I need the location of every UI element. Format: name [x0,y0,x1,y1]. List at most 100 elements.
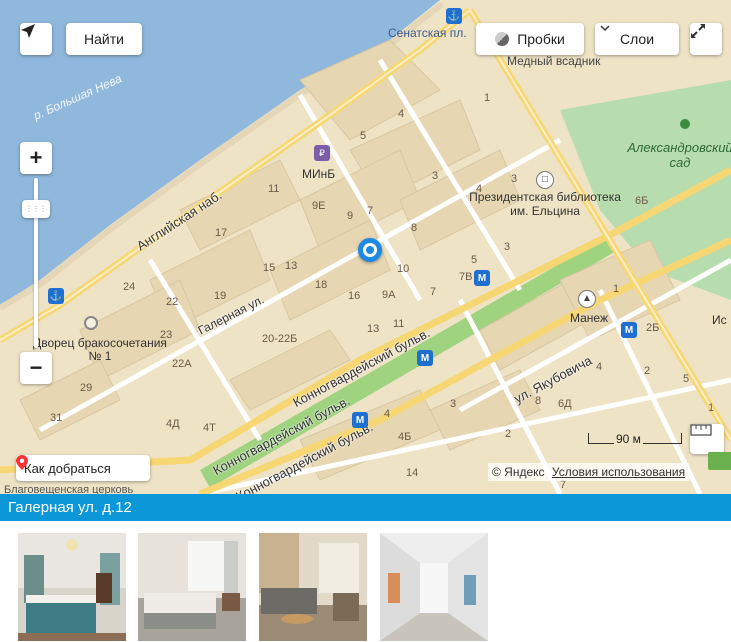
zoom-slider-handle[interactable]: ⋮⋮⋮ [22,200,50,218]
house-number: 9А [382,289,396,301]
garden-label: Александровский сад [620,140,731,170]
house-number: 1 [484,92,491,104]
arrow-location-icon [21,24,35,38]
house-number: 20-22Б [262,333,298,345]
print-icon[interactable] [708,452,731,470]
house-number: 2 [644,365,651,377]
library-label-text: Президентская библиотека им. Ельцина [469,190,621,218]
church-label: Благовещенская церковь [4,484,134,494]
house-number: 5 [683,373,690,385]
house-number: 14 [406,467,419,479]
pin-icon [16,455,28,470]
bedroom-photo-image-1 [18,533,126,641]
house-number: 4 [596,361,603,373]
house-number: 5 [471,254,478,266]
house-number: 17 [215,227,228,239]
palace-label-text: Дворец бракосочетания № 1 [33,336,167,363]
terms-link[interactable]: Условия использования [552,465,685,479]
bedroom-photo-2[interactable] [138,533,246,641]
senate-square-label: Сенатская пл. [388,26,467,40]
ruler-button[interactable] [690,424,724,454]
house-number: 22А [172,358,192,370]
hallway-photo-image [380,533,488,641]
house-number: 4Д [166,418,180,430]
living-room-photo-image [259,533,367,641]
metro-icon: M [352,412,368,428]
living-room-photo[interactable] [259,533,367,641]
traffic-button[interactable]: Пробки [476,23,584,55]
house-number: 13 [285,260,298,272]
house-number: 7В [459,271,473,283]
house-number: 4 [398,108,405,120]
address-bar: Галерная ул. д.12 [0,494,731,521]
house-number: 4 [476,183,483,195]
house-number: 3 [511,173,518,185]
directions-button[interactable]: Как добраться [16,455,150,481]
location-marker-dot [366,246,374,254]
house-number: 3 [432,170,439,182]
manezh-label: Манеж [570,311,608,325]
house-number: 11 [268,183,280,195]
bronze-horseman-label: Медный всадник [507,54,601,68]
metro-icon: M [621,322,637,338]
bedroom-photo-1[interactable] [18,533,126,641]
zoom-in-button[interactable]: + [20,142,52,174]
chevron-down-icon [600,25,610,32]
minb-label: МИнБ [302,167,336,181]
house-number: 10 [397,263,410,275]
anchor-icon: ⚓ [48,288,64,304]
house-number: 13 [367,323,380,335]
house-number: 4Т [203,422,216,434]
house-number: 7 [367,205,374,217]
layers-button[interactable]: Слои [595,23,679,55]
garden-label-text: Александровский сад [627,140,731,170]
house-number: 3 [504,241,511,253]
house-number: 8 [411,222,418,234]
house-number: 4Б [398,431,412,443]
house-number: 23 [160,329,173,341]
house-number: 3 [450,398,457,410]
house-number: 15 [263,262,276,274]
copyright-text: © Яндекс [492,465,545,479]
rings-icon [84,316,98,330]
fullscreen-button[interactable] [690,23,722,55]
house-number: 16 [348,290,361,302]
book-icon: □ [536,171,554,189]
house-number: 22 [166,296,179,308]
metro-icon: M [417,350,433,366]
layers-label: Слои [619,31,655,47]
bank-icon: ₽ [314,145,330,161]
house-number: 19 [214,290,227,302]
location-marker-icon[interactable] [358,238,382,262]
ruler-icon [690,424,712,436]
traffic-label: Пробки [517,31,565,47]
page: р. Большая Нева Сенатская пл. Медный вса… [0,0,731,642]
house-number: 9Е [312,200,326,212]
find-button[interactable]: Найти [66,23,142,55]
bedroom-photo-image-2 [138,533,246,641]
house-number: 2 [505,428,512,440]
metro-icon: M [474,270,490,286]
house-number: 4 [384,408,391,420]
traffic-light-icon [495,32,510,46]
house-number: 1 [613,283,620,295]
house-number: 7 [430,286,437,298]
map-view[interactable]: р. Большая Нева Сенатская пл. Медный вса… [0,0,731,494]
directions-label: Как добраться [24,460,111,476]
copyright-bar: © Яндекс Условия использования [488,463,690,481]
park-tree-icon [680,119,690,129]
hallway-photo[interactable] [380,533,488,641]
zoom-out-button[interactable]: − [20,352,52,384]
geolocate-button[interactable] [20,23,52,55]
house-number: 2Б [646,322,660,334]
museum-icon: ▲ [578,290,596,308]
house-number: 18 [315,279,328,291]
house-number: 1 [708,402,715,414]
house-number: 6Д [558,398,572,410]
house-number: 11 [393,318,405,330]
house-number: 9 [347,210,354,222]
house-number: 6Б [635,195,649,207]
house-number: 31 [50,412,63,424]
anchor-icon: ⚓ [446,8,462,24]
house-number: 24 [123,281,136,293]
